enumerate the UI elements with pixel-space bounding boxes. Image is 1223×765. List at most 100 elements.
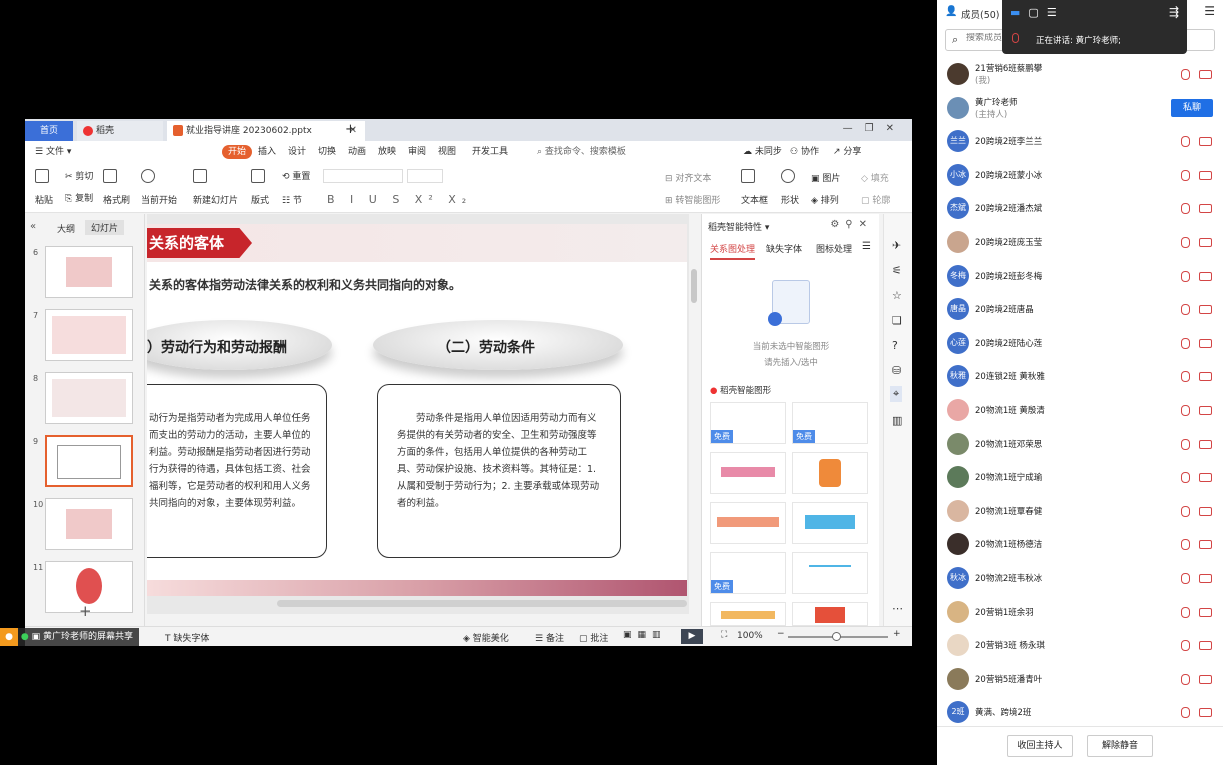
mic-muted-icon[interactable]	[1181, 270, 1190, 282]
new-tab-icon[interactable]: +	[345, 122, 356, 137]
camera-off-icon[interactable]	[1199, 305, 1212, 315]
camera-off-icon[interactable]	[1199, 708, 1212, 718]
help-icon[interactable]: ?	[892, 339, 898, 352]
menu-animation[interactable]: 动画	[348, 145, 366, 159]
text-box-button[interactable]: 文本框	[741, 169, 768, 206]
camera-off-icon[interactable]	[1199, 372, 1212, 382]
slide-thumb-7[interactable]	[45, 309, 133, 361]
zoom-level[interactable]: 100%	[737, 631, 763, 641]
member-row[interactable]: 20物流1班邓荣思	[937, 428, 1223, 462]
menu-view[interactable]: 视图	[438, 145, 456, 159]
revoke-host-button[interactable]: 收回主持人	[1007, 735, 1073, 757]
zoom-slider[interactable]	[788, 632, 888, 641]
menu-dev[interactable]: 开发工具	[472, 145, 508, 159]
smart-beautify-button[interactable]: ◈ 智能美化	[463, 631, 509, 644]
format-painter-button[interactable]: 格式刷	[103, 169, 130, 206]
collapse-icon[interactable]: «	[30, 221, 36, 232]
close-icon[interactable]: ✕	[886, 123, 906, 134]
mic-muted-icon[interactable]	[1181, 405, 1190, 416]
camera-off-icon[interactable]	[1199, 70, 1212, 79]
arrange-button[interactable]: ◈ 排列	[811, 193, 839, 206]
play-button[interactable]: ▶	[681, 629, 703, 644]
member-row[interactable]: 20物流1班覃春健	[937, 495, 1223, 529]
member-row[interactable]: 兰兰 20跨境2班李兰兰	[937, 125, 1223, 159]
member-row[interactable]: 20物流1班宁成瑜	[937, 461, 1223, 495]
view-buttons[interactable]: ▣▦▥	[623, 630, 667, 640]
mic-muted-icon[interactable]	[1181, 136, 1190, 148]
menu-review[interactable]: 审阅	[408, 145, 426, 159]
layout-icon[interactable]: ☰	[1047, 6, 1065, 19]
reset-button[interactable]: ⟲ 重置	[282, 169, 310, 182]
new-slide-button[interactable]: 新建幻灯片	[193, 169, 238, 206]
mic-muted-icon[interactable]	[1181, 69, 1190, 80]
pane-tab-relation[interactable]: 关系图处理	[710, 242, 756, 260]
mic-muted-icon[interactable]	[1181, 640, 1190, 652]
current-start-button[interactable]: 当前开始	[141, 169, 177, 206]
camera-off-icon[interactable]	[1199, 204, 1212, 214]
menu-start[interactable]: 开始	[222, 145, 253, 159]
window-icon[interactable]: ▢	[1028, 6, 1046, 19]
member-row[interactable]: 20物流1班杨德洁	[937, 528, 1223, 562]
camera-off-icon[interactable]	[1199, 137, 1212, 147]
camera-off-icon[interactable]	[1199, 439, 1212, 449]
tab-docer[interactable]: 稻壳	[77, 121, 163, 141]
graphic-card[interactable]: 免费	[792, 402, 868, 444]
fill-button[interactable]: ◇ 填充	[861, 171, 889, 184]
camera-off-icon[interactable]	[1199, 506, 1212, 516]
member-row[interactable]: 20物流1班 黄殷清	[937, 394, 1223, 428]
slide-thumb-6[interactable]	[45, 246, 133, 298]
menu-icon[interactable]: ☰	[1204, 4, 1215, 18]
unsync-status[interactable]: ☁ 未同步	[743, 145, 782, 159]
pane-tab-fonts[interactable]: 缺失字体	[766, 242, 802, 255]
vertical-scrollbar[interactable]	[691, 269, 697, 303]
slide-canvas[interactable]: 关系的客体 关系的客体指劳动法律关系的权利和义务共同指向的对象。 ）劳动行为和劳…	[147, 214, 689, 614]
mic-muted-icon[interactable]	[1181, 606, 1190, 618]
mic-muted-icon[interactable]	[1181, 707, 1190, 719]
notes-button[interactable]: ☰ 备注	[535, 631, 564, 644]
slide-thumb-9[interactable]	[45, 435, 133, 487]
graphic-card[interactable]	[710, 502, 786, 544]
graphic-card[interactable]	[792, 602, 868, 626]
settings-icon[interactable]: ⚙	[830, 219, 845, 230]
add-slide-icon[interactable]: +	[79, 602, 92, 620]
mic-muted-icon[interactable]	[1181, 304, 1190, 316]
more-icon[interactable]: ⋯	[892, 602, 903, 615]
collab-button[interactable]: ⚇ 协作	[790, 145, 819, 159]
mic-muted-icon[interactable]	[1181, 573, 1190, 584]
member-row[interactable]: 秋冰 20物流2班韦秋冰	[937, 562, 1223, 596]
cut-button[interactable]: ✂ 剪切	[65, 169, 93, 182]
member-row[interactable]: 20营销1班余羽	[937, 596, 1223, 630]
mic-muted-icon[interactable]	[1181, 539, 1190, 551]
camera-off-icon[interactable]	[1199, 473, 1212, 483]
menu-show[interactable]: 放映	[378, 145, 396, 159]
align-text-button[interactable]: ⊟ 对齐文本	[665, 171, 711, 184]
camera-off-icon[interactable]	[1199, 271, 1212, 281]
private-chat-button[interactable]: 私聊	[1171, 98, 1213, 117]
member-row[interactable]: 小冰 20跨境2班蒙小冰	[937, 159, 1223, 193]
mic-muted-icon[interactable]	[1181, 673, 1190, 685]
slide-thumb-8[interactable]	[45, 372, 133, 424]
tab-home[interactable]: 首页	[25, 121, 73, 141]
rocket-icon[interactable]: ✈	[892, 239, 901, 252]
font-size-select[interactable]	[407, 169, 443, 183]
mic-muted-icon[interactable]	[1181, 169, 1190, 181]
camera-off-icon[interactable]	[1199, 238, 1212, 247]
camera-off-icon[interactable]	[1199, 641, 1212, 651]
member-row[interactable]: 20营销5班潘青叶	[937, 663, 1223, 697]
mic-muted-icon[interactable]	[1181, 237, 1190, 248]
member-row[interactable]: 唐晶 20跨境2班唐晶	[937, 293, 1223, 327]
graphic-card[interactable]: 免费	[710, 552, 786, 594]
zoom-plus-icon[interactable]: +	[893, 629, 901, 639]
mic-muted-icon[interactable]	[1181, 337, 1190, 349]
mic-muted-icon[interactable]	[1181, 472, 1190, 484]
smart-graphic-button[interactable]: ⊞ 转智能图形	[665, 193, 720, 206]
member-row[interactable]: 秋雅 20连锁2班 黄秋雅	[937, 360, 1223, 394]
camera-off-icon[interactable]	[1199, 338, 1212, 348]
unmute-button[interactable]: 解除静音	[1087, 735, 1153, 757]
layout-button[interactable]: 版式	[251, 169, 269, 206]
share-button[interactable]: ↗ 分享	[833, 145, 861, 159]
star-icon[interactable]: ☆	[892, 289, 902, 302]
graphic-card[interactable]	[710, 602, 786, 626]
zoom-minus-icon[interactable]: −	[777, 629, 785, 639]
fit-icon[interactable]: ⛶	[721, 630, 727, 640]
